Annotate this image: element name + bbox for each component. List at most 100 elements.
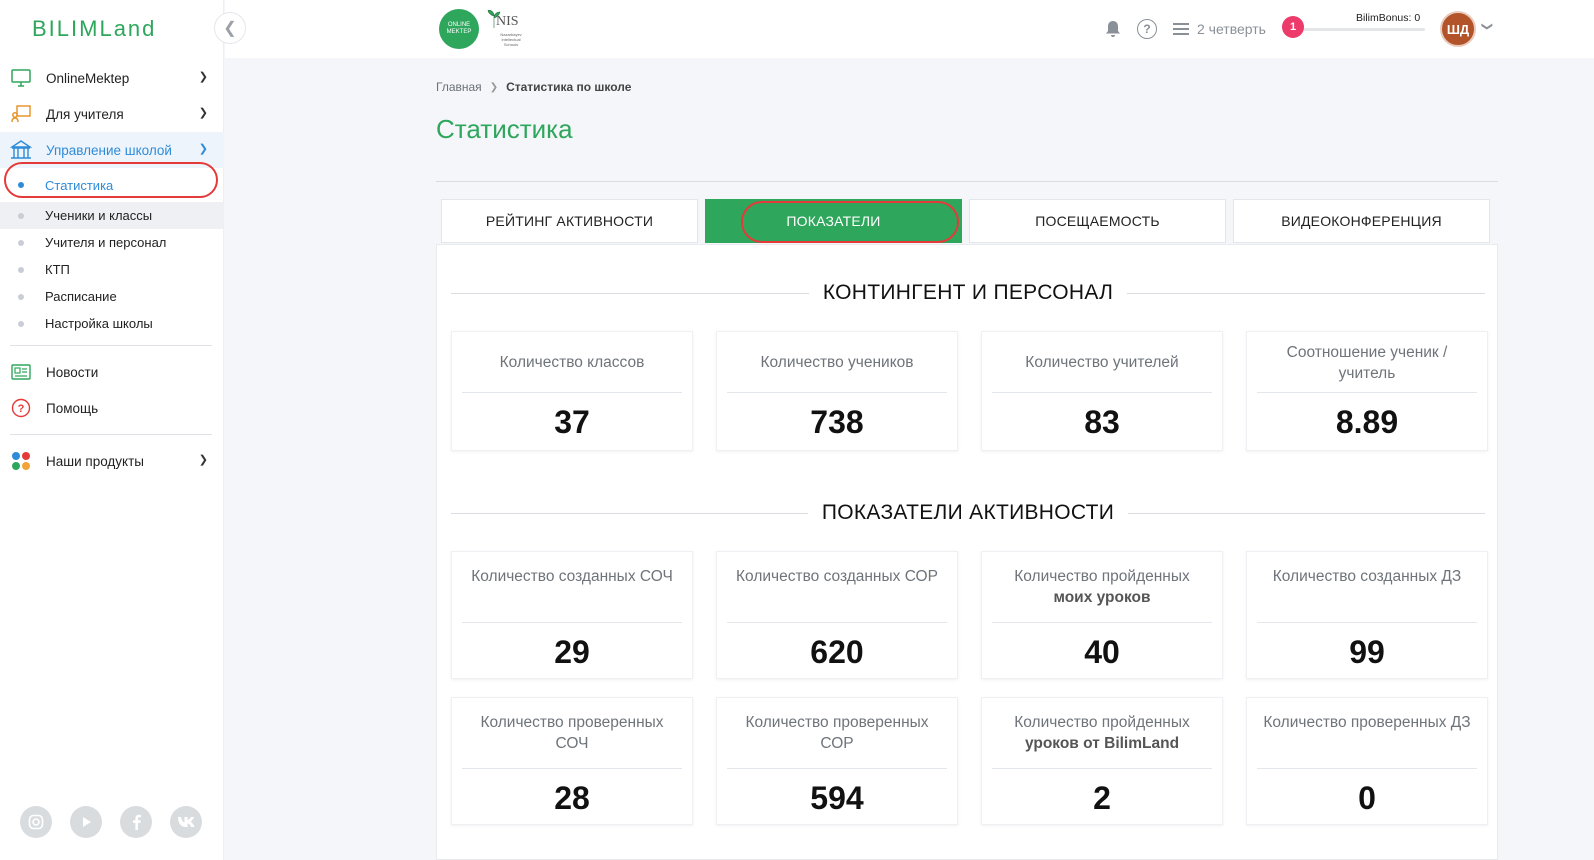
card-divider: [992, 768, 1212, 769]
sidebar-subitem-label: Расписание: [45, 289, 117, 304]
sidebar-nav: OnlineMektep ❯ Для учителя ❯ Управление …: [0, 60, 224, 479]
card-divider: [992, 392, 1212, 393]
nis-logo-subtitle: Nazarbayev Intellectual Schools: [500, 32, 522, 47]
stat-value: 28: [554, 780, 590, 816]
section-line: [1127, 292, 1485, 294]
stat-label: Количество пройденных уроков от BilimLan…: [992, 712, 1212, 754]
stat-card-created-soch: Количество созданных СОЧ 29: [451, 551, 693, 679]
sidebar-item-school-management[interactable]: Управление школой ❯: [0, 132, 224, 168]
nis-logo[interactable]: NIS Nazarbayev Intellectual Schools: [487, 8, 527, 50]
sidebar-item-label: Помощь: [46, 400, 99, 416]
sidebar-item-onlinemektep[interactable]: OnlineMektep ❯: [0, 60, 224, 96]
stat-card-checked-dz: Количество проверенных ДЗ 0: [1246, 697, 1488, 825]
stat-card-teachers: Количество учителей 83: [981, 331, 1223, 451]
sidebar-item-news[interactable]: Новости: [0, 354, 224, 390]
chevron-down-icon[interactable]: ❯: [1481, 22, 1494, 31]
chevron-right-icon: ❯: [489, 81, 499, 93]
stat-card-checked-soch: Количество проверенных СОЧ 28: [451, 697, 693, 825]
svg-text:?: ?: [18, 403, 25, 415]
sidebar-subitem-label: Учителя и персонал: [45, 235, 167, 250]
stat-card-my-lessons: Количество пройденных моих уроков 40: [981, 551, 1223, 679]
stat-label: Количество пройденных моих уроков: [992, 566, 1212, 608]
stat-label: Количество созданных ДЗ: [1272, 568, 1462, 585]
products-icon: [10, 451, 32, 471]
breadcrumb: Главная ❯ Статистика по школе: [436, 80, 631, 94]
stat-label: Количество проверенных ДЗ: [1263, 714, 1471, 731]
stat-card-students: Количество учеников 738: [716, 331, 958, 451]
tab-attendance[interactable]: ПОСЕЩАЕМОСТЬ: [969, 199, 1226, 243]
sidebar-subitem-ktp[interactable]: КТП: [0, 256, 224, 283]
stat-label: Количество учителей: [1025, 354, 1179, 371]
stat-card-classes: Количество классов 37: [451, 331, 693, 451]
sidebar-item-products[interactable]: Наши продукты ❯: [0, 443, 224, 479]
stat-card-created-sor: Количество созданных СОР 620: [716, 551, 958, 679]
stat-value: 37: [554, 404, 590, 440]
section-heading: ПОКАЗАТЕЛИ АКТИВНОСТИ: [821, 501, 1115, 524]
bell-icon[interactable]: [1105, 20, 1121, 38]
bullet-dot: [18, 213, 24, 219]
stat-label-line: Количество пройденных: [1014, 714, 1190, 731]
section-title-activity: ПОКАЗАТЕЛИ АКТИВНОСТИ: [451, 501, 1486, 525]
main-content: Главная ❯ Статистика по школе Статистика…: [225, 58, 1594, 860]
stat-label: Количество учеников: [760, 354, 914, 371]
stat-card-bilimland-lessons: Количество пройденных уроков от BilimLan…: [981, 697, 1223, 825]
facebook-icon[interactable]: [120, 806, 152, 838]
stat-card-created-dz: Количество созданных ДЗ 99: [1246, 551, 1488, 679]
school-icon: [10, 140, 32, 160]
section-line: [451, 292, 809, 294]
sidebar-subitem-label: Настройка школы: [45, 316, 153, 331]
sidebar-divider: [10, 434, 212, 435]
title-divider: [436, 181, 1498, 182]
stat-value: 0: [1358, 780, 1376, 816]
vk-icon[interactable]: [170, 806, 202, 838]
stat-label: Количество проверенных СОР: [745, 714, 929, 752]
instagram-icon[interactable]: [20, 806, 52, 838]
sidebar-subitem-label: Статистика: [45, 177, 114, 193]
sidebar-item-teacher[interactable]: Для учителя ❯: [0, 96, 224, 132]
youtube-icon[interactable]: [70, 806, 102, 838]
stat-value: 594: [810, 780, 864, 816]
stat-label: Соотношение ученик / учитель: [1286, 344, 1448, 382]
quarter-label: 2 четверть: [1197, 21, 1266, 37]
nis-logo-text: NIS: [496, 14, 519, 29]
sidebar-item-label: Наши продукты: [46, 453, 144, 469]
sidebar-subitem-label: Ученики и классы: [45, 208, 153, 223]
stats-panel: КОНТИНГЕНТ И ПЕРСОНАЛ Количество классов…: [436, 244, 1498, 860]
chevron-down-icon: ❯: [198, 71, 208, 83]
tab-videoconference[interactable]: ВИДЕОКОНФЕРЕНЦИЯ: [1233, 199, 1490, 243]
bullet-dot: [18, 267, 24, 273]
chevron-left-icon: ❮: [223, 20, 237, 37]
sidebar-subitem-teachers-staff[interactable]: Учителя и персонал: [0, 229, 224, 256]
stat-label-line: Количество пройденных: [1014, 568, 1190, 585]
stat-value: 40: [1084, 634, 1120, 670]
breadcrumb-current: Статистика по школе: [506, 80, 632, 94]
sidebar-item-label: Для учителя: [46, 106, 124, 122]
quarter-selector[interactable]: 2 четверть: [1173, 20, 1266, 38]
sidebar-subitem-schedule[interactable]: Расписание: [0, 283, 224, 310]
sidebar: BILIMLand OnlineMektep ❯ Для учителя ❯ У…: [0, 0, 224, 860]
tab-activity-rating[interactable]: РЕЙТИНГ АКТИВНОСТИ: [441, 199, 698, 243]
sidebar-subitem-label: КТП: [45, 262, 70, 277]
sidebar-item-label: Новости: [46, 364, 99, 380]
sidebar-subitem-school-settings[interactable]: Настройка школы: [0, 310, 224, 337]
card-divider: [1257, 392, 1477, 393]
stat-label: Количество классов: [499, 354, 645, 371]
tab-indicators[interactable]: ПОКАЗАТЕЛИ: [705, 199, 962, 243]
bilimland-logo[interactable]: BILIMLand: [32, 16, 156, 42]
sidebar-subitem-statistics[interactable]: Статистика: [0, 168, 224, 202]
stat-label: Количество созданных СОЧ: [471, 568, 673, 585]
section-heading: КОНТИНГЕНТ И ПЕРСОНАЛ: [822, 281, 1114, 304]
help-icon[interactable]: ?: [1137, 19, 1157, 39]
sidebar-item-help[interactable]: ? Помощь: [0, 390, 224, 426]
chevron-up-icon: ❯: [198, 143, 208, 155]
notification-badge[interactable]: 1: [1282, 16, 1304, 38]
online-mektep-logo[interactable]: ONLINE MEKTEP: [439, 9, 479, 49]
user-avatar[interactable]: ШД: [1440, 11, 1476, 47]
stats-tabs: РЕЙТИНГ АКТИВНОСТИ ПОКАЗАТЕЛИ ПОСЕЩАЕМОС…: [441, 199, 1490, 243]
stat-label: Количество созданных СОР: [736, 568, 938, 585]
sidebar-subitem-students-classes[interactable]: Ученики и классы: [0, 202, 224, 229]
stat-value: 2: [1093, 780, 1111, 816]
stat-card-checked-sor: Количество проверенных СОР 594: [716, 697, 958, 825]
sidebar-collapse-button[interactable]: ❮: [214, 12, 246, 44]
breadcrumb-home[interactable]: Главная: [436, 80, 482, 94]
